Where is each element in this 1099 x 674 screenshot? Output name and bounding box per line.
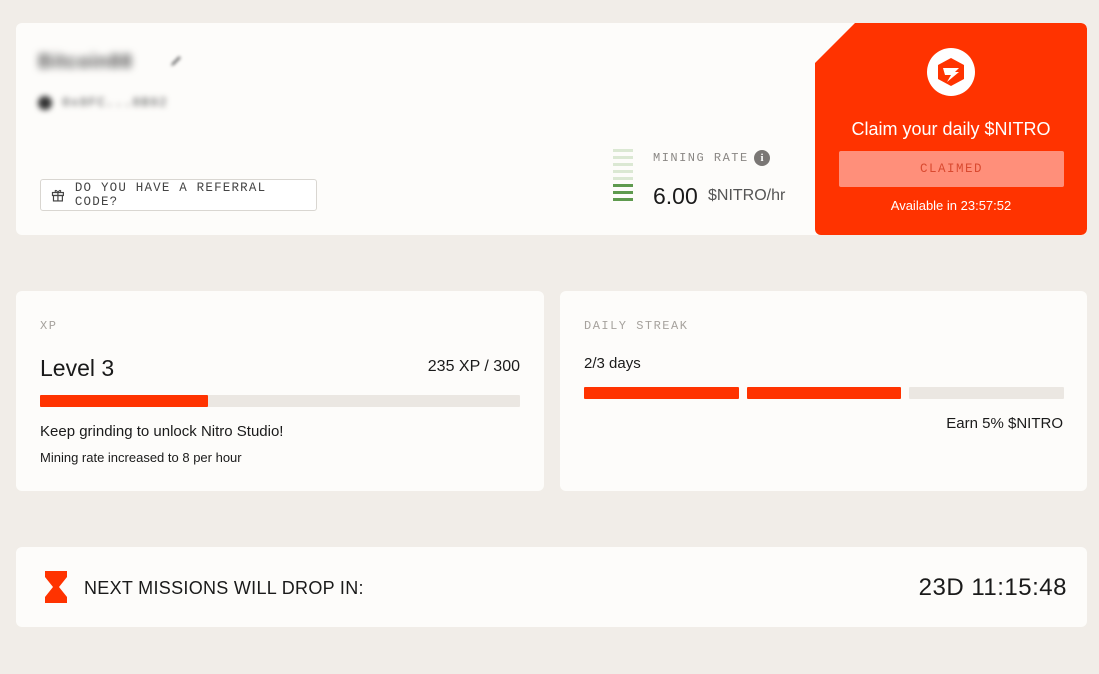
mining-rate-bar [613, 170, 633, 173]
xp-message: Keep grinding to unlock Nitro Studio! [40, 423, 284, 440]
wallet-avatar [38, 95, 52, 110]
mining-rate-unit: $NITRO/hr [708, 187, 786, 204]
streak-segment [909, 387, 1065, 399]
xp-card: XP Level 3 235 XP / 300 Keep grinding to… [16, 291, 544, 491]
claim-panel: Claim your daily $NITRO CLAIMED Availabl… [815, 23, 1087, 235]
wallet-text: 0x8FC...8B92 [62, 95, 168, 110]
mining-rate-bar [613, 156, 633, 159]
streak-segment [584, 387, 739, 399]
claim-title: Claim your daily $NITRO [851, 119, 1051, 139]
hourglass-icon [45, 571, 67, 603]
referral-label: DO YOU HAVE A REFERRAL CODE? [74, 181, 267, 209]
nitro-logo-icon [927, 48, 975, 96]
streak-segment [746, 387, 902, 399]
xp-count: 235 XP / 300 [427, 358, 520, 375]
mining-rate-bar [613, 191, 633, 194]
mining-rate-bar [613, 198, 633, 201]
mining-rate-bar [613, 149, 633, 152]
missions-timer: 23D 11:15:48 [918, 574, 1067, 601]
claimed-button[interactable]: CLAIMED [839, 151, 1064, 187]
gift-icon [51, 189, 64, 202]
mining-rate-value: 6.00 [653, 183, 698, 209]
mining-rate-bar [613, 184, 633, 187]
referral-code-button[interactable]: DO YOU HAVE A REFERRAL CODE? [40, 179, 317, 211]
edit-icon[interactable] [168, 53, 184, 69]
mining-rate-meter [613, 149, 633, 205]
xp-level: Level 3 [40, 355, 115, 381]
profile-card: Bitcoin88 0x8FC...8B92 DO YOU HAVE A REF… [16, 23, 1087, 235]
username: Bitcoin88 [38, 51, 133, 73]
xp-progress-fill [40, 395, 208, 407]
streak-days: 2/3 days [584, 355, 641, 372]
xp-label: XP [40, 319, 58, 333]
claim-available-text: Available in 23:57:52 [890, 198, 1012, 213]
mining-rate-bar [613, 177, 633, 180]
mining-rate-bar [613, 163, 633, 166]
streak-label: DAILY STREAK [584, 319, 689, 333]
missions-card: NEXT MISSIONS WILL DROP IN: 23D 11:15:48 [16, 547, 1087, 627]
missions-label: NEXT MISSIONS WILL DROP IN: [84, 578, 364, 598]
streak-reward: Earn 5% $NITRO [946, 415, 1063, 432]
xp-sub-message: Mining rate increased to 8 per hour [40, 450, 242, 465]
streak-progress [584, 387, 1065, 399]
mining-rate-label: MINING RATE [653, 151, 749, 165]
streak-card: DAILY STREAK 2/3 days Earn 5% $NITRO [560, 291, 1087, 491]
info-icon[interactable]: i [754, 150, 770, 166]
wallet-address: 0x8FC...8B92 [38, 95, 168, 110]
xp-progress-bar [40, 395, 520, 407]
